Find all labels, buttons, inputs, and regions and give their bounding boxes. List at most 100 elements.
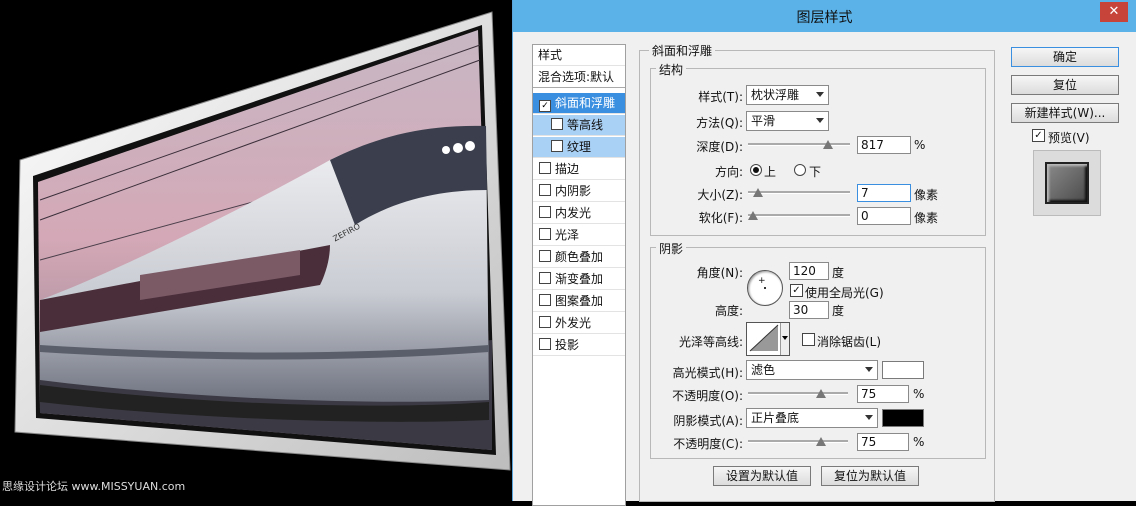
bevel-emboss-title: 斜面和浮雕 bbox=[649, 42, 716, 59]
inner-glow-checkbox[interactable] bbox=[539, 206, 551, 218]
soften-slider[interactable] bbox=[748, 211, 850, 221]
color-overlay-checkbox[interactable] bbox=[539, 250, 551, 262]
highlight-opacity-unit: % bbox=[913, 387, 925, 401]
style-item-label: 等高线 bbox=[567, 118, 604, 132]
soften-input[interactable]: 0 bbox=[857, 207, 911, 225]
structure-title: 结构 bbox=[656, 61, 687, 78]
highlight-color-swatch[interactable] bbox=[882, 361, 924, 379]
texture-checkbox[interactable] bbox=[551, 140, 563, 152]
slider-thumb[interactable] bbox=[752, 188, 763, 197]
bevel-emboss-checkbox[interactable]: ✓ bbox=[539, 100, 551, 112]
technique-value: 平滑 bbox=[751, 114, 776, 128]
highlight-mode-select[interactable]: 滤色 bbox=[746, 360, 878, 380]
style-item-label: 光泽 bbox=[555, 228, 580, 242]
reset-button[interactable]: 复位 bbox=[1011, 75, 1119, 95]
highlight-mode-label: 高光模式(H): bbox=[672, 366, 743, 380]
pattern-overlay-checkbox[interactable] bbox=[539, 294, 551, 306]
style-item-bevel-emboss[interactable]: ✓ 斜面和浮雕 bbox=[533, 93, 625, 114]
preview-checkbox[interactable]: ✓ bbox=[1032, 129, 1045, 142]
altitude-label: 高度: bbox=[714, 304, 743, 318]
bevel-style-select[interactable]: 枕状浮雕 bbox=[746, 85, 829, 105]
document-canvas[interactable]: ZEFIRO 思缘设计论坛 www.MISSYUAN.com bbox=[0, 0, 512, 501]
style-item-label: 外发光 bbox=[555, 316, 592, 330]
style-item-color-overlay[interactable]: 颜色叠加 bbox=[533, 247, 625, 268]
chevron-down-icon bbox=[865, 415, 873, 420]
style-list: 样式 混合选项:默认 ✓ 斜面和浮雕 等高线 纹理 描边 内阴影 内发光 光泽 颜… bbox=[532, 44, 626, 506]
new-style-button[interactable]: 新建样式(W)... bbox=[1011, 103, 1119, 123]
size-slider[interactable] bbox=[748, 188, 850, 198]
close-icon: ✕ bbox=[1108, 4, 1120, 19]
slider-thumb[interactable] bbox=[823, 140, 834, 149]
preview-swatch-icon bbox=[1045, 162, 1089, 204]
satin-checkbox[interactable] bbox=[539, 228, 551, 240]
style-item-inner-glow[interactable]: 内发光 bbox=[533, 203, 625, 224]
ok-button[interactable]: 确定 bbox=[1011, 47, 1119, 67]
style-list-header[interactable]: 样式 bbox=[533, 45, 625, 66]
chevron-down-icon bbox=[865, 367, 873, 372]
outer-glow-checkbox[interactable] bbox=[539, 316, 551, 328]
style-item-contour[interactable]: 等高线 bbox=[533, 115, 625, 136]
close-button[interactable]: ✕ bbox=[1100, 2, 1128, 22]
slider-thumb[interactable] bbox=[815, 437, 826, 446]
shadow-color-swatch[interactable] bbox=[882, 409, 924, 427]
dial-center-dot bbox=[764, 287, 766, 289]
direction-up-radio[interactable] bbox=[750, 164, 762, 176]
style-item-inner-shadow[interactable]: 内阴影 bbox=[533, 181, 625, 202]
shadow-opacity-slider[interactable] bbox=[748, 437, 848, 447]
style-item-gradient-overlay[interactable]: 渐变叠加 bbox=[533, 269, 625, 290]
antialias-checkbox[interactable] bbox=[802, 333, 815, 346]
inner-shadow-checkbox[interactable] bbox=[539, 184, 551, 196]
drop-shadow-checkbox[interactable] bbox=[539, 338, 551, 350]
angle-input[interactable]: 120 bbox=[789, 262, 829, 280]
style-item-satin[interactable]: 光泽 bbox=[533, 225, 625, 246]
gloss-contour-picker[interactable] bbox=[746, 322, 790, 356]
direction-down-radio[interactable] bbox=[794, 164, 806, 176]
highlight-opacity-input[interactable]: 75 bbox=[857, 385, 909, 403]
chevron-down-icon bbox=[816, 92, 824, 97]
highlight-opacity-slider[interactable] bbox=[748, 389, 848, 399]
dialog-title: 图层样式 bbox=[796, 10, 853, 26]
size-input[interactable]: 7 bbox=[857, 184, 911, 202]
global-light-label: 使用全局光(G) bbox=[805, 286, 884, 300]
preview-label: 预览(V) bbox=[1048, 131, 1090, 145]
shadow-opacity-input[interactable]: 75 bbox=[857, 433, 909, 451]
contour-checkbox[interactable] bbox=[551, 118, 563, 130]
stroke-checkbox[interactable] bbox=[539, 162, 551, 174]
global-light-checkbox[interactable]: ✓ bbox=[790, 284, 803, 297]
size-unit: 像素 bbox=[914, 188, 939, 202]
crosshair-icon: + bbox=[758, 276, 766, 286]
title-bar[interactable]: 图层样式 ✕ bbox=[513, 0, 1136, 32]
gradient-overlay-checkbox[interactable] bbox=[539, 272, 551, 284]
chevron-down-icon bbox=[782, 336, 788, 340]
depth-unit: % bbox=[914, 138, 926, 152]
chevron-down-icon bbox=[816, 118, 824, 123]
bevel-style-value: 枕状浮雕 bbox=[751, 88, 800, 102]
altitude-input[interactable]: 30 bbox=[789, 301, 829, 319]
technique-select[interactable]: 平滑 bbox=[746, 111, 829, 131]
style-item-label: 描边 bbox=[555, 162, 580, 176]
highlight-opacity-label: 不透明度(O): bbox=[672, 389, 743, 403]
slider-thumb[interactable] bbox=[748, 211, 758, 220]
size-label: 大小(Z): bbox=[697, 188, 743, 202]
blend-options-item[interactable]: 混合选项:默认 bbox=[533, 67, 625, 88]
style-item-stroke[interactable]: 描边 bbox=[533, 159, 625, 180]
style-item-pattern-overlay[interactable]: 图案叠加 bbox=[533, 291, 625, 312]
style-item-label: 投影 bbox=[555, 338, 580, 352]
highlight-mode-value: 滤色 bbox=[751, 363, 776, 377]
style-item-texture[interactable]: 纹理 bbox=[533, 137, 625, 158]
depth-input[interactable]: 817 bbox=[857, 136, 911, 154]
style-item-drop-shadow[interactable]: 投影 bbox=[533, 335, 625, 356]
contour-dropdown-arrow[interactable] bbox=[780, 323, 789, 355]
slider-thumb[interactable] bbox=[815, 389, 826, 398]
make-default-button[interactable]: 设置为默认值 bbox=[713, 466, 811, 486]
slider-track bbox=[748, 392, 848, 395]
soften-unit: 像素 bbox=[914, 211, 939, 225]
reset-default-button[interactable]: 复位为默认值 bbox=[821, 466, 919, 486]
shadow-mode-value: 正片叠底 bbox=[751, 411, 800, 425]
depth-label: 深度(D): bbox=[696, 140, 743, 154]
technique-label: 方法(Q): bbox=[696, 116, 743, 130]
angle-dial[interactable]: + bbox=[747, 270, 783, 306]
shadow-mode-select[interactable]: 正片叠底 bbox=[746, 408, 878, 428]
style-item-outer-glow[interactable]: 外发光 bbox=[533, 313, 625, 334]
depth-slider[interactable] bbox=[748, 140, 850, 150]
